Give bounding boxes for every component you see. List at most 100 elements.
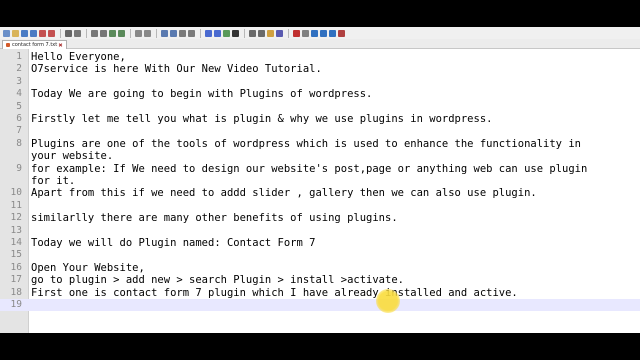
editor-line[interactable]: 4 Today We are going to begin with Plugin…	[0, 88, 640, 100]
toolbar-separator	[244, 28, 245, 38]
record-icon[interactable]	[293, 29, 300, 37]
line-number: 14	[10, 237, 22, 248]
line-text: Apart from this if we need to addd slide…	[31, 187, 537, 200]
line-number: 4	[16, 88, 22, 100]
line-text: First one is contact form 7 plugin which…	[31, 286, 518, 299]
editor-line[interactable]: 13	[0, 225, 640, 237]
line-number: 16	[10, 261, 22, 273]
editor-line[interactable]: 8 Plugins are one of the tools of wordpre…	[0, 138, 640, 150]
toolbar-separator	[156, 28, 157, 38]
editor-line[interactable]: 1 Hello Everyone,	[0, 51, 640, 63]
line-number: 15	[10, 249, 22, 261]
undo-icon[interactable]	[109, 29, 116, 37]
replace-icon[interactable]	[144, 29, 151, 37]
editor-line[interactable]: 17 go to plugin > add new > search Plugin…	[0, 274, 640, 286]
line-text: for it.	[31, 175, 76, 187]
monitor-icon[interactable]	[276, 29, 283, 37]
line-number: 10	[10, 187, 22, 199]
save-icon[interactable]	[21, 29, 28, 37]
sync-v-icon[interactable]	[179, 29, 186, 37]
editor-line[interactable]: 14 Today we will do Plugin named: Contact…	[0, 237, 640, 249]
tab-contact-form-7[interactable]: contact form 7.txt	[2, 40, 68, 49]
editor-line[interactable]: 5	[0, 101, 640, 113]
indent-guide-icon[interactable]	[223, 29, 230, 37]
line-number: 19	[10, 299, 22, 310]
line-number: 7	[16, 125, 22, 137]
editor-line[interactable]: 16 Open Your Website,	[0, 262, 640, 274]
toolbar	[0, 27, 640, 39]
line-text: Firstly let me tell you what is plugin &…	[31, 113, 493, 125]
toolbar-separator	[60, 28, 61, 38]
spellcheck-icon[interactable]	[338, 29, 345, 37]
line-number: 9	[16, 162, 22, 174]
lang-icon[interactable]	[232, 29, 239, 37]
map-icon[interactable]	[249, 29, 256, 37]
new-file-icon[interactable]	[3, 29, 10, 37]
text-editor[interactable]: 1 Hello Everyone, 2 O7service is here With …	[0, 49, 640, 333]
line-text: Today We are going to begin with Plugins…	[31, 88, 373, 101]
paste-icon[interactable]	[100, 29, 107, 37]
play-multi-icon[interactable]	[320, 29, 327, 37]
line-number: 17	[10, 274, 22, 286]
zoom-in-icon[interactable]	[161, 29, 168, 37]
toolbar-separator	[288, 28, 289, 38]
editor-line[interactable]: 10 Apart from this if we need to addd sli…	[0, 187, 640, 199]
editor-line[interactable]: 18 First one is contact form 7 plugin whi…	[0, 287, 640, 299]
editor-line[interactable]: for it.	[0, 175, 640, 187]
editor-line[interactable]: 2 O7service is here With Our New Video Tu…	[0, 63, 640, 75]
play-icon[interactable]	[311, 29, 318, 37]
editor-line[interactable]: 6 Firstly let me tell you what is plugin …	[0, 113, 640, 125]
editor-line[interactable]: 9 for example: If We need to design our w…	[0, 163, 640, 175]
line-text: Today we will do Plugin named: Contact F…	[31, 237, 316, 249]
func-icon[interactable]	[258, 29, 265, 37]
editor-line[interactable]: your website.	[0, 150, 640, 162]
notepad-window: contact form 7.txt 1 Hello Everyone, 2 O7se…	[0, 27, 640, 333]
zoom-out-icon[interactable]	[170, 29, 177, 37]
find-icon[interactable]	[135, 29, 142, 37]
copy-icon[interactable]	[91, 29, 98, 37]
line-number: 2	[16, 63, 22, 75]
toolbar-separator	[86, 28, 87, 38]
sync-h-icon[interactable]	[188, 29, 195, 37]
line-text: O7service is here With Our New Video Tut…	[31, 63, 322, 76]
line-text: for example: If We need to design our we…	[31, 162, 588, 175]
mouse-cursor-highlight	[376, 289, 400, 313]
editor-line[interactable]: 12 similarlly there are many other benefi…	[0, 212, 640, 224]
line-number: 12	[10, 212, 22, 224]
file-modified-icon	[6, 43, 10, 47]
line-number: 3	[16, 75, 22, 87]
tab-title: contact form 7.txt	[12, 42, 58, 48]
tab-bar: contact form 7.txt	[0, 39, 640, 49]
close-all-icon[interactable]	[48, 29, 55, 37]
editor-line[interactable]: 11	[0, 200, 640, 212]
line-text: Hello Everyone,	[31, 51, 126, 63]
show-all-icon[interactable]	[214, 29, 221, 37]
close-icon[interactable]	[39, 29, 46, 37]
toolbar-separator	[200, 28, 201, 38]
close-icon[interactable]	[59, 43, 63, 47]
editor-line[interactable]: 3	[0, 76, 640, 88]
line-text: go to plugin > add new > search Plugin >…	[31, 274, 404, 287]
line-number: 8	[16, 137, 22, 149]
save-macro-icon[interactable]	[329, 29, 336, 37]
open-icon[interactable]	[12, 29, 19, 37]
word-wrap-icon[interactable]	[205, 29, 212, 37]
toolbar-separator	[130, 28, 131, 38]
folder-icon[interactable]	[267, 29, 274, 37]
line-number: 11	[10, 199, 22, 211]
editor-line[interactable]: 19	[0, 299, 640, 312]
line-text: Plugins are one of the tools of wordpres…	[31, 137, 581, 150]
line-text: your website.	[31, 150, 114, 163]
cut-icon[interactable]	[74, 29, 81, 37]
save-all-icon[interactable]	[30, 29, 37, 37]
editor-line[interactable]: 15	[0, 249, 640, 261]
line-number: 13	[10, 224, 22, 236]
line-text: Open Your Website,	[31, 261, 145, 274]
stop-icon[interactable]	[302, 29, 309, 37]
editor-line[interactable]: 7	[0, 125, 640, 137]
line-number: 18	[10, 286, 22, 298]
line-number: 6	[16, 113, 22, 124]
line-text: similarlly there are many other benefits…	[31, 212, 398, 225]
redo-icon[interactable]	[118, 29, 125, 37]
print-icon[interactable]	[65, 29, 72, 37]
